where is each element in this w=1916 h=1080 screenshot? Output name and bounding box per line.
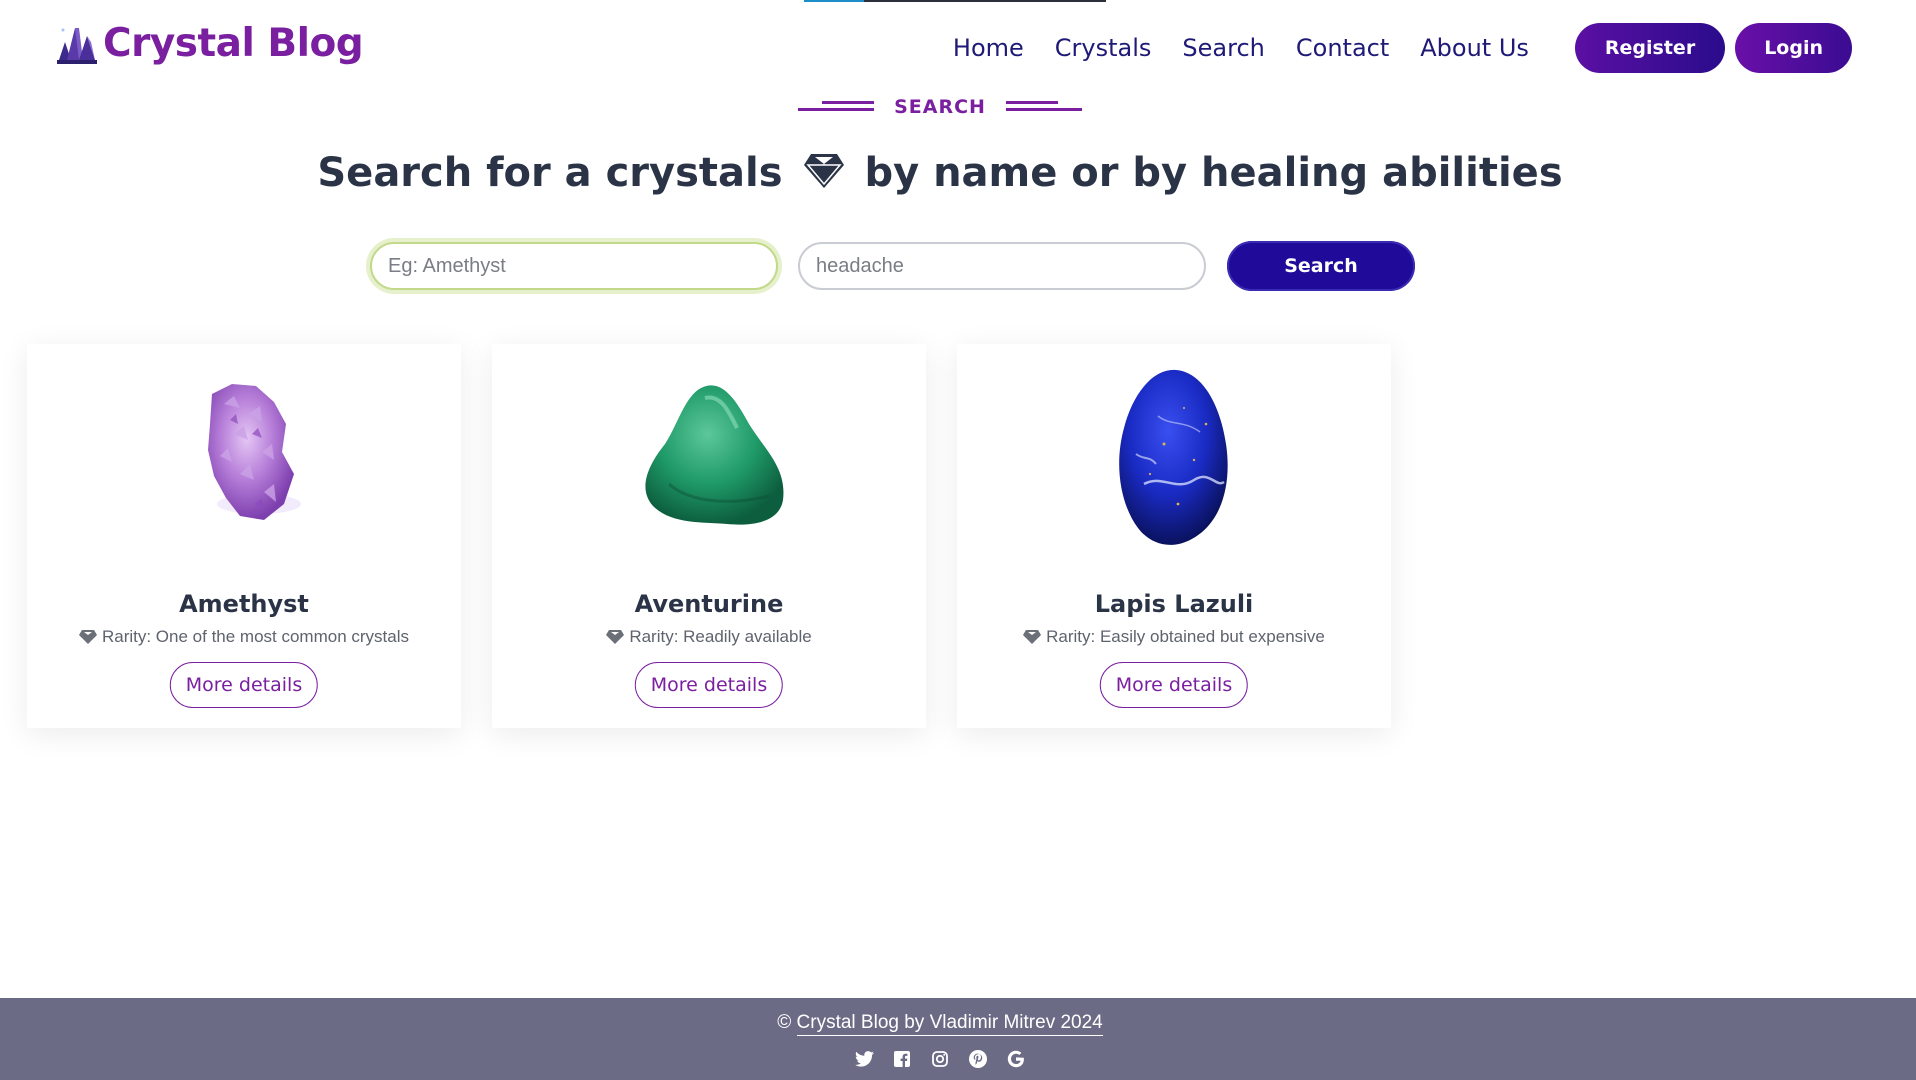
page-load-progress	[804, 0, 1106, 2]
gem-icon	[803, 154, 844, 188]
nav-search[interactable]: Search	[1182, 34, 1264, 62]
more-details-button[interactable]: More details	[634, 662, 784, 708]
copyright-link[interactable]: Crystal Blog by Vladimir Mitrev 2024	[796, 1012, 1103, 1036]
crystal-logo-icon	[57, 28, 97, 64]
crystal-rarity: Rarity: Readily available	[492, 627, 926, 647]
copyright: © Crystal Blog by Vladimir Mitrev 2024	[0, 1012, 1880, 1036]
crystal-name: Aventurine	[634, 590, 784, 618]
brand-logo[interactable]: Crystal Blog	[55, 20, 364, 66]
nav-about-us[interactable]: About Us	[1420, 34, 1529, 62]
instagram-icon[interactable]	[929, 1048, 951, 1070]
main-nav: Home Crystals Search Contact About Us Re…	[953, 23, 1852, 73]
crystal-name: Lapis Lazuli	[1094, 590, 1254, 618]
section-tag-label: SEARCH	[894, 96, 986, 118]
crystal-name-input[interactable]	[370, 242, 778, 290]
results-grid: Amethyst Rarity: One of the most common …	[27, 344, 1422, 728]
nav-contact[interactable]: Contact	[1296, 34, 1389, 62]
lapis-lazuli-image	[957, 364, 1391, 545]
login-button[interactable]: Login	[1735, 23, 1852, 73]
crystal-rarity: Rarity: One of the most common crystals	[27, 627, 461, 647]
more-details-button[interactable]: More details	[169, 662, 319, 708]
crystal-card: Lapis Lazuli Rarity: Easily obtained but…	[957, 344, 1391, 728]
healing-ability-input[interactable]	[798, 242, 1206, 290]
gem-icon	[1023, 630, 1042, 644]
search-button[interactable]: Search	[1227, 241, 1415, 291]
nav-home[interactable]: Home	[953, 34, 1024, 62]
pinterest-icon[interactable]	[967, 1048, 989, 1070]
brand-name: Crystal Blog	[103, 20, 364, 66]
social-links	[0, 1048, 1880, 1070]
section-tag: SEARCH	[0, 96, 1880, 118]
page-title: Search for a crystals by name or by heal…	[317, 150, 1563, 196]
gem-icon	[606, 630, 625, 644]
footer: © Crystal Blog by Vladimir Mitrev 2024	[0, 998, 1916, 1080]
crystal-name: Amethyst	[179, 590, 309, 618]
google-icon[interactable]	[1005, 1048, 1027, 1070]
crystal-card: Aventurine Rarity: Readily available Mor…	[492, 344, 926, 728]
facebook-icon[interactable]	[891, 1048, 913, 1070]
search-form: Search	[370, 241, 1415, 291]
tag-decoration-right	[1005, 98, 1082, 116]
more-details-button[interactable]: More details	[1099, 662, 1249, 708]
twitter-icon[interactable]	[853, 1048, 875, 1070]
crystal-card: Amethyst Rarity: One of the most common …	[27, 344, 461, 728]
tag-decoration-left	[798, 98, 875, 116]
register-button[interactable]: Register	[1574, 23, 1726, 73]
gem-icon	[78, 630, 97, 644]
nav-crystals[interactable]: Crystals	[1055, 34, 1152, 62]
crystal-rarity: Rarity: Easily obtained but expensive	[957, 627, 1391, 647]
aventurine-image	[492, 364, 926, 544]
amethyst-image	[27, 364, 461, 544]
